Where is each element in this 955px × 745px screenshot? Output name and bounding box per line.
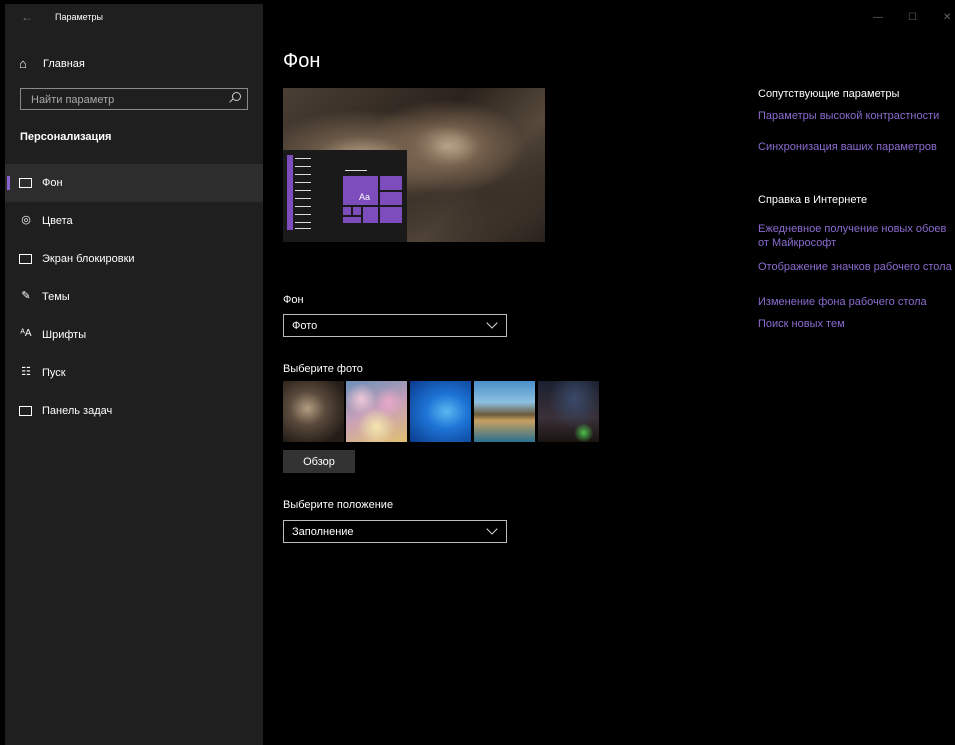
link-desktop-icons[interactable]: Отображение значков рабочего стола bbox=[758, 260, 955, 274]
sidebar-item-themes[interactable]: ✎ Темы bbox=[5, 278, 263, 316]
minimize-button[interactable]: — bbox=[873, 12, 883, 23]
preview-sample-text: Aa bbox=[359, 192, 371, 202]
link-daily-wallpapers[interactable]: Ежедневное получение новых обоев от Майк… bbox=[758, 222, 955, 250]
preview-tiles bbox=[343, 176, 403, 242]
browse-button[interactable]: Обзор bbox=[283, 450, 355, 473]
page-title: Фон bbox=[283, 50, 321, 72]
start-icon: ☷ bbox=[21, 366, 31, 378]
sidebar-item-colors[interactable]: ◎ Цвета bbox=[5, 202, 263, 240]
section-title: Персонализация bbox=[20, 131, 112, 143]
sidebar-item-home[interactable]: ⌂ Главная bbox=[5, 51, 263, 77]
sidebar-item-background[interactable]: Фон bbox=[5, 164, 263, 202]
start-menu-preview: Aa bbox=[283, 150, 407, 242]
position-label: Выберите положение bbox=[283, 499, 394, 511]
sidebar-item-label: Экран блокировки bbox=[42, 253, 135, 265]
link-high-contrast[interactable]: Параметры высокой контрастности bbox=[758, 109, 955, 123]
position-value: Заполнение bbox=[292, 526, 354, 538]
search-box[interactable] bbox=[20, 88, 248, 111]
sidebar-item-label: Фон bbox=[42, 177, 63, 189]
link-change-background[interactable]: Изменение фона рабочего стола bbox=[758, 295, 955, 309]
sidebar-item-label: Цвета bbox=[42, 215, 73, 227]
chevron-down-icon bbox=[486, 523, 498, 535]
home-icon: ⌂ bbox=[19, 56, 27, 71]
preview-taskbar bbox=[287, 155, 293, 230]
sidebar-item-label: Панель задач bbox=[42, 405, 113, 417]
photo-thumbnail[interactable] bbox=[346, 381, 407, 442]
link-find-themes[interactable]: Поиск новых тем bbox=[758, 317, 955, 331]
back-arrow-icon[interactable]: ← bbox=[21, 10, 33, 24]
sidebar-nav: Фон ◎ Цвета Экран блокировки ✎ Темы ᴬA Ш… bbox=[5, 164, 263, 430]
main-panel: — ☐ ✕ Фон Aa Фон Фото Выберите фото Обзо… bbox=[263, 4, 955, 745]
photo-thumbnail[interactable] bbox=[538, 381, 599, 442]
sidebar-item-fonts[interactable]: ᴬA Шрифты bbox=[5, 316, 263, 354]
settings-window: ← Параметры ⌂ Главная Персонализация Фон… bbox=[5, 4, 955, 745]
lock-screen-icon bbox=[19, 254, 32, 264]
themes-icon: ✎ bbox=[21, 290, 31, 302]
desktop-preview: Aa bbox=[283, 88, 545, 242]
sidebar-item-taskbar[interactable]: Панель задач bbox=[5, 392, 263, 430]
photo-thumbnail[interactable] bbox=[410, 381, 471, 442]
photo-thumbnail[interactable] bbox=[474, 381, 535, 442]
home-label: Главная bbox=[43, 58, 85, 70]
link-sync-settings[interactable]: Синхронизация ваших параметров bbox=[758, 140, 955, 154]
position-dropdown[interactable]: Заполнение bbox=[283, 520, 507, 543]
sidebar-item-lock-screen[interactable]: Экран блокировки bbox=[5, 240, 263, 278]
taskbar-icon bbox=[19, 406, 32, 416]
search-input[interactable] bbox=[21, 89, 233, 111]
sidebar: ← Параметры ⌂ Главная Персонализация Фон… bbox=[5, 4, 263, 745]
background-type-dropdown[interactable]: Фото bbox=[283, 314, 507, 337]
search-icon[interactable] bbox=[232, 92, 241, 101]
sidebar-item-label: Пуск bbox=[42, 367, 66, 379]
title-bar: ← Параметры bbox=[5, 4, 263, 32]
background-type-value: Фото bbox=[292, 320, 318, 332]
fonts-icon: ᴬA bbox=[20, 328, 32, 339]
sidebar-item-start[interactable]: ☷ Пуск bbox=[5, 354, 263, 392]
sidebar-item-label: Темы bbox=[42, 291, 70, 303]
maximize-button[interactable]: ☐ bbox=[908, 12, 917, 23]
background-label: Фон bbox=[283, 294, 304, 306]
sidebar-item-label: Шрифты bbox=[42, 329, 87, 341]
chevron-down-icon bbox=[486, 317, 498, 329]
related-settings-heading: Сопутствующие параметры bbox=[758, 88, 900, 100]
image-icon bbox=[19, 178, 32, 188]
close-button[interactable]: ✕ bbox=[943, 12, 951, 23]
palette-icon: ◎ bbox=[21, 214, 31, 226]
choose-photo-label: Выберите фото bbox=[283, 363, 363, 375]
help-heading: Справка в Интернете bbox=[758, 194, 868, 206]
app-title: Параметры bbox=[55, 12, 103, 22]
photo-thumbnail[interactable] bbox=[283, 381, 344, 442]
